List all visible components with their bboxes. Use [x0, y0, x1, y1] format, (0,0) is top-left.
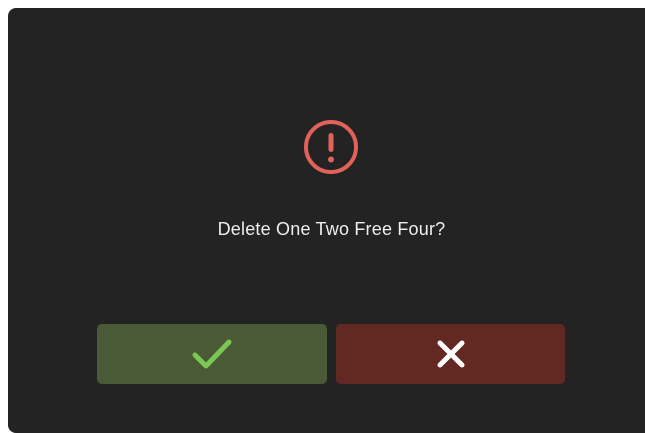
check-icon	[191, 337, 233, 371]
alert-circle-icon	[302, 118, 360, 176]
confirm-delete-dialog: Delete One Two Free Four?	[8, 8, 645, 433]
confirm-button[interactable]	[97, 324, 327, 384]
dialog-message: Delete One Two Free Four?	[217, 219, 446, 239]
close-icon	[436, 339, 466, 369]
cancel-button[interactable]	[336, 324, 565, 384]
